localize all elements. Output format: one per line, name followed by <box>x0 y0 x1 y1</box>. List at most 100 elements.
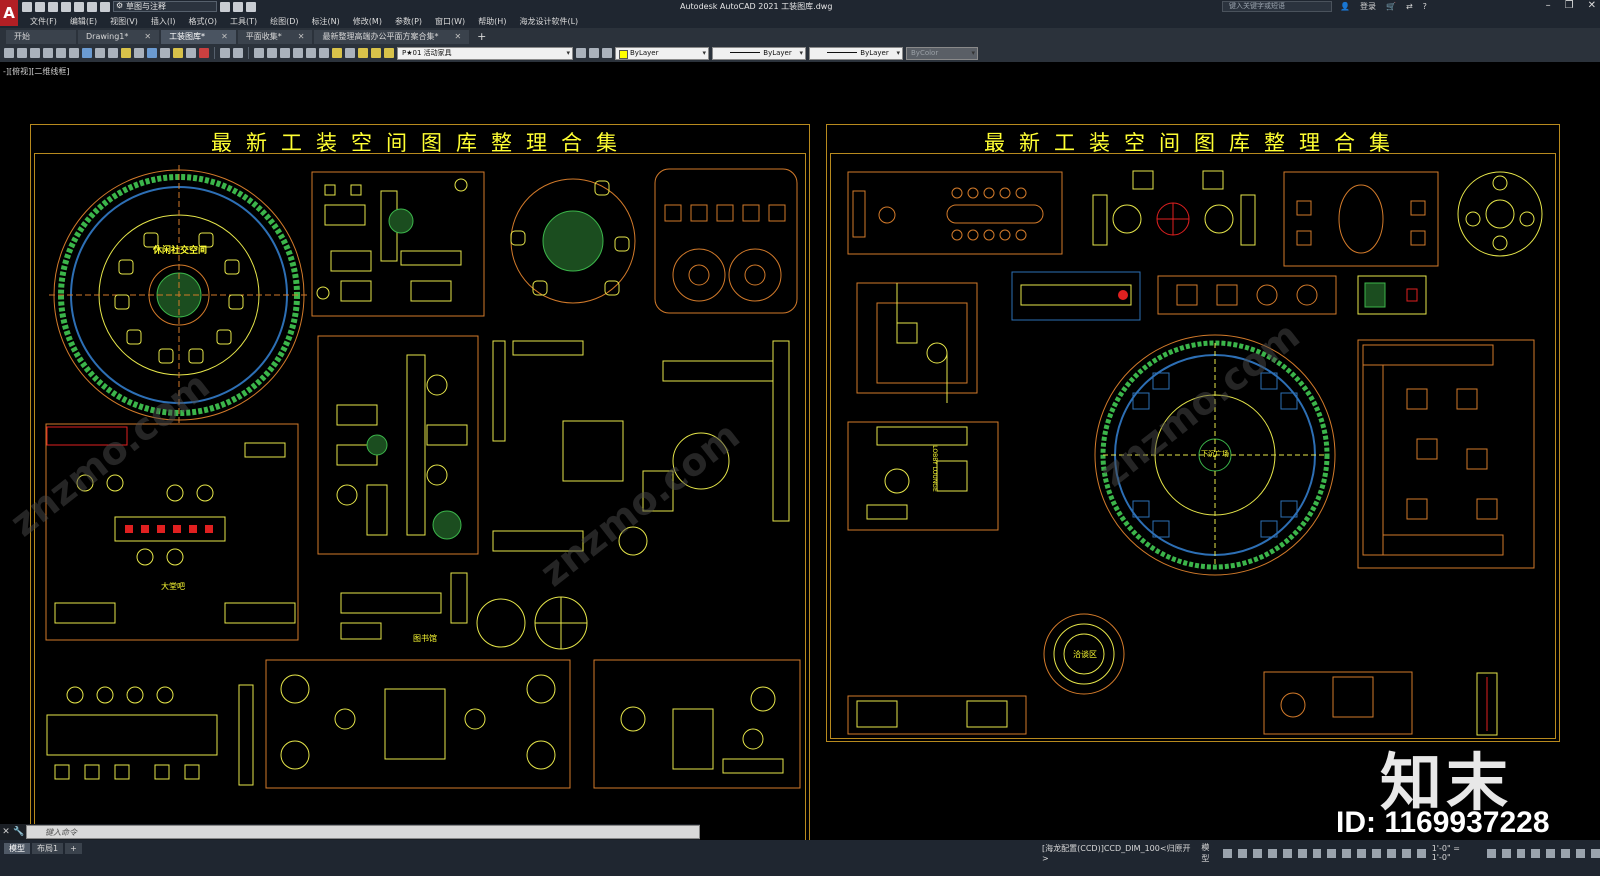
gizmo-icon[interactable] <box>1387 848 1396 858</box>
close-icon[interactable]: ✕ <box>454 30 461 44</box>
insert-block-icon[interactable] <box>147 48 157 58</box>
save-as-icon[interactable] <box>61 1 71 12</box>
seating-area-block[interactable] <box>847 273 997 413</box>
menu-hailong[interactable]: 海龙设计软件(L) <box>519 16 578 27</box>
table-icon[interactable] <box>186 48 196 58</box>
layer-match-icon[interactable] <box>602 48 612 58</box>
red-icon[interactable] <box>199 48 209 58</box>
new-tab-button[interactable]: + <box>471 30 492 44</box>
zoom-icon[interactable] <box>267 48 277 58</box>
menu-view[interactable]: 视图(V) <box>110 16 138 27</box>
viewport-controls[interactable]: -][俯视][二维线框] <box>3 66 70 77</box>
plot-icon[interactable] <box>100 1 110 12</box>
transparency-icon[interactable] <box>1327 848 1337 858</box>
minimize-button[interactable]: – <box>1546 0 1551 11</box>
close-icon[interactable]: ✕ <box>221 30 228 44</box>
new-icon[interactable] <box>22 1 32 12</box>
open-icon[interactable] <box>17 48 27 58</box>
redo-icon[interactable] <box>246 1 256 12</box>
otrack-icon[interactable] <box>1297 848 1307 858</box>
layer-select[interactable]: P★01 活动家具 <box>397 46 573 60</box>
sunken-plaza-block[interactable]: 下沉广场 <box>1093 333 1337 577</box>
login-link[interactable]: 登录 <box>1360 1 1376 12</box>
office-cluster-block[interactable] <box>311 171 485 317</box>
save-icon[interactable] <box>30 48 40 58</box>
annotation-monitor-icon[interactable] <box>1501 848 1511 858</box>
oval-meeting-block[interactable] <box>1283 171 1439 267</box>
pan-icon[interactable] <box>254 48 264 58</box>
quick-properties-icon[interactable] <box>1531 848 1541 858</box>
tab-model[interactable]: 模型 <box>4 842 30 854</box>
undo-icon[interactable] <box>233 1 243 12</box>
selection-cycling-icon[interactable] <box>1342 848 1352 858</box>
match-properties-icon[interactable] <box>121 48 131 58</box>
meeting-row-block[interactable] <box>45 675 255 805</box>
reception-block[interactable] <box>593 659 801 789</box>
open-web-icon[interactable] <box>74 1 84 12</box>
color-select[interactable]: ByLayer <box>615 46 709 60</box>
restore-button[interactable]: ❐ <box>1565 0 1574 11</box>
undo-icon[interactable] <box>220 48 230 58</box>
properties-icon[interactable] <box>306 48 316 58</box>
menu-help[interactable]: 帮助(H) <box>478 16 506 27</box>
block-icon[interactable] <box>134 48 144 58</box>
layer-state-icon[interactable] <box>358 48 368 58</box>
close-icon[interactable]: ✕ <box>144 30 151 44</box>
workstation-block[interactable] <box>317 335 479 555</box>
close-icon[interactable]: ✕ <box>0 827 12 837</box>
round-lounge-block[interactable] <box>505 171 641 311</box>
tab-gongzhuang[interactable]: 工装图库* ✕ <box>161 30 236 44</box>
snap-icon[interactable] <box>1238 848 1248 858</box>
private-office-block[interactable] <box>1263 671 1413 735</box>
search-input[interactable]: 键入关键字或短语 <box>1222 1 1332 12</box>
cut-icon[interactable] <box>82 48 92 58</box>
dining-booths-block[interactable] <box>651 165 801 317</box>
close-icon[interactable]: ✕ <box>298 30 305 44</box>
annotation-visibility-icon[interactable] <box>1401 848 1411 858</box>
add-layout-button[interactable]: + <box>65 842 82 854</box>
model-space-toggle[interactable]: 模型 <box>1201 842 1217 864</box>
zoom-window-icon[interactable] <box>280 48 290 58</box>
lobby-lounge-block[interactable]: LOBBY LOUNGE <box>847 421 999 531</box>
3d-osnap-icon[interactable] <box>1357 848 1367 858</box>
tab-office-plans[interactable]: 最新整理高端办公平面方案合集* ✕ <box>314 30 470 44</box>
autocad-logo-icon[interactable]: A <box>0 0 18 26</box>
clean-screen-icon[interactable] <box>1576 848 1586 858</box>
menu-file[interactable]: 文件(F) <box>30 16 57 27</box>
reception-desk-block[interactable] <box>1011 271 1141 321</box>
menu-parametric[interactable]: 参数(P) <box>395 16 422 27</box>
user-icon[interactable]: 👤 <box>1340 2 1350 11</box>
workspace-icon[interactable] <box>1486 848 1496 858</box>
lineweight-select[interactable]: ByLayer <box>809 46 903 60</box>
menu-window[interactable]: 窗口(W) <box>435 16 465 27</box>
ortho-icon[interactable] <box>1253 848 1262 858</box>
cart-icon[interactable]: 🛒 <box>1386 2 1396 11</box>
layer-properties-icon[interactable] <box>345 48 355 58</box>
wrench-icon[interactable]: 🔧 <box>12 827 26 837</box>
menu-tools[interactable]: 工具(T) <box>230 16 257 27</box>
tab-drawing1[interactable]: Drawing1* ✕ <box>78 30 160 44</box>
tab-start[interactable]: 开始 <box>6 30 76 44</box>
zoom-previous-icon[interactable] <box>293 48 303 58</box>
lightbulb-icon[interactable] <box>371 48 381 58</box>
text-icon[interactable] <box>160 48 170 58</box>
tab-pingmian[interactable]: 平面收集* ✕ <box>237 30 313 44</box>
sun-icon[interactable] <box>384 48 394 58</box>
design-center-icon[interactable] <box>319 48 329 58</box>
cafe-block[interactable] <box>265 659 571 789</box>
paste-icon[interactable] <box>108 48 118 58</box>
ucs-icon[interactable] <box>1372 848 1382 858</box>
bench-block[interactable] <box>1157 275 1337 315</box>
lineweight-icon[interactable] <box>1312 848 1322 858</box>
exchange-icon[interactable]: ⇄ <box>1406 2 1413 11</box>
tool-palette-icon[interactable] <box>332 48 342 58</box>
planter-block[interactable] <box>1357 275 1427 315</box>
new-icon[interactable] <box>4 48 14 58</box>
open-office-block[interactable] <box>483 321 801 571</box>
tab-layout1[interactable]: 布局1 <box>32 842 64 854</box>
open-icon[interactable] <box>35 1 45 12</box>
grid-icon[interactable] <box>1223 848 1233 858</box>
bar-lounge-block[interactable]: 大堂吧 <box>45 423 299 641</box>
long-table-block[interactable] <box>1457 671 1517 736</box>
lounge-sofa-block[interactable] <box>1357 339 1535 569</box>
